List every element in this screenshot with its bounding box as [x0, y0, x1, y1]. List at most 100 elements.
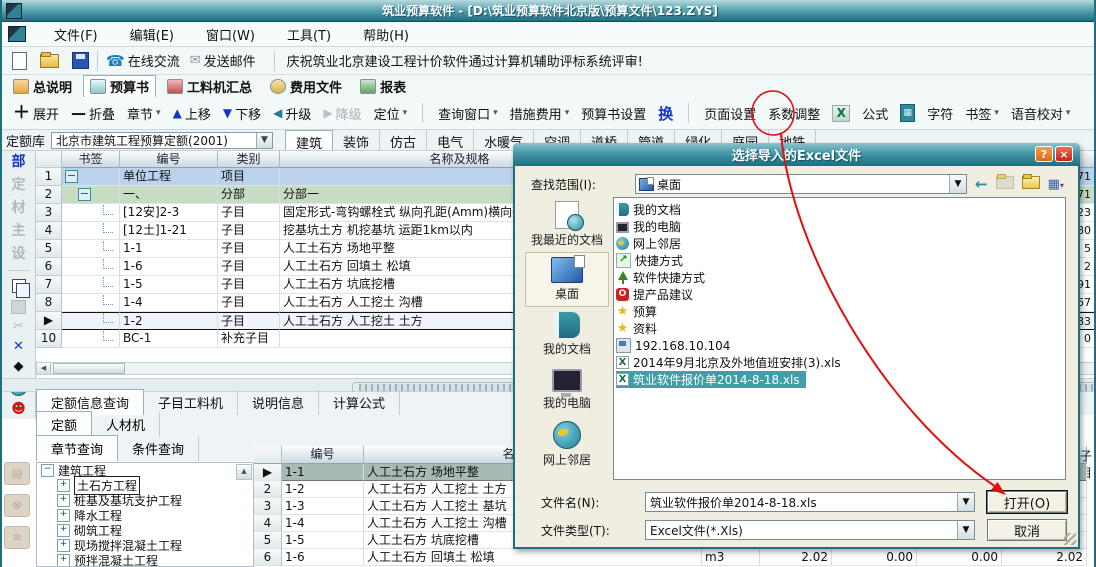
rail-tab-she[interactable]: 设	[12, 243, 26, 266]
tab-zhuangshi[interactable]: 装饰	[333, 130, 380, 150]
new-folder-icon[interactable]	[1022, 176, 1040, 189]
chevron-down-icon[interactable]: ▼	[256, 133, 272, 148]
col-category[interactable]: 类别	[218, 151, 280, 168]
col-code[interactable]: 编号	[282, 446, 364, 464]
tree-item[interactable]: +砌筑工程	[37, 523, 253, 538]
character-label[interactable]: 字符	[922, 101, 958, 126]
quota-library-select[interactable]: 北京市建筑工程预算定额(2001) ▼	[51, 132, 273, 149]
file-name-input[interactable]: 筑业软件报价单2014-8-18.xls ▼	[645, 492, 975, 512]
rail-tab-cai[interactable]: 材	[12, 197, 26, 220]
page-setup-button[interactable]: 页面设置	[699, 101, 761, 126]
delete-icon[interactable]: ✕	[13, 337, 24, 357]
online-chat-button[interactable]: ☎在线交流	[106, 51, 180, 70]
current-row-marker[interactable]: ▶	[36, 312, 62, 330]
excel-import-button[interactable]: X	[827, 102, 855, 125]
file-item[interactable]: ★资料	[616, 320, 1063, 337]
file-item[interactable]: ★预算	[616, 303, 1063, 320]
formula-button[interactable]: 公式	[857, 101, 893, 126]
materials-summary-button[interactable]: 工料机汇总	[160, 75, 259, 98]
help-button[interactable]: ?	[1035, 146, 1053, 162]
tab-description[interactable]: 说明信息	[238, 390, 319, 415]
tree-expand-icon[interactable]: +	[57, 479, 70, 492]
place-desktop[interactable]: 桌面	[525, 252, 609, 307]
move-up-button[interactable]: ▲上移	[168, 101, 216, 126]
general-note-button[interactable]: 总说明	[6, 75, 79, 98]
user-icon[interactable]: ☻	[11, 399, 26, 419]
file-item[interactable]: 网上邻居	[616, 235, 1063, 252]
save-icon[interactable]	[72, 52, 89, 69]
place-recent-documents[interactable]: 我最近的文档	[525, 197, 609, 252]
tab-quota[interactable]: 定额	[36, 411, 92, 437]
dialog-title-bar[interactable]: 选择导入的Excel文件	[513, 143, 1080, 166]
col-bookmark[interactable]: 书签	[62, 151, 120, 168]
file-item[interactable]: 我的文档	[616, 201, 1063, 218]
tree-root[interactable]: −建筑工程	[37, 463, 253, 478]
back-icon[interactable]: ←	[975, 175, 988, 193]
table-row[interactable]: 6 1-6 人工土石方 回填土 松填 m3 2.02 0.00 0.00 2.0…	[254, 549, 1096, 566]
file-item[interactable]: O提产品建议	[616, 286, 1063, 303]
file-item[interactable]: ↗快捷方式	[616, 252, 1063, 269]
place-network[interactable]: 网上邻居	[525, 417, 609, 472]
collapse-button[interactable]: —折叠	[66, 101, 120, 126]
tree-expand-icon[interactable]: +	[57, 509, 70, 522]
views-icon[interactable]: ▦▾	[1048, 177, 1064, 192]
tree-collapse-icon[interactable]	[78, 188, 91, 201]
open-file-icon[interactable]	[40, 54, 59, 68]
tab-jianzhu[interactable]: 建筑	[285, 130, 333, 150]
tree-item[interactable]: +降水工程	[37, 508, 253, 523]
diamond-icon[interactable]: ◆	[14, 357, 24, 377]
open-button[interactable]: 打开(O)	[987, 491, 1067, 513]
coefficient-adjust-button[interactable]: 系数调整	[763, 101, 825, 126]
tree-collapse-icon[interactable]	[65, 170, 78, 183]
tree-expand-icon[interactable]: +	[57, 554, 70, 567]
tree-expand-icon[interactable]: +	[57, 539, 70, 552]
tree-expand-icon[interactable]: +	[57, 524, 70, 537]
file-item-selected[interactable]: X筑业软件报价单2014-8-18.xls	[616, 371, 806, 388]
bookmark-dropdown[interactable]: 书签▾	[960, 101, 1004, 126]
query-window-dropdown[interactable]: 查询窗口▾	[433, 101, 503, 126]
scroll-thumb[interactable]	[53, 363, 125, 374]
menu-edit[interactable]: 编辑(E)	[126, 23, 178, 46]
chapter-dropdown[interactable]: 章节▾	[122, 101, 166, 126]
scroll-left-icon[interactable]: ◀	[37, 363, 51, 374]
place-my-computer[interactable]: 我的电脑	[525, 362, 609, 417]
place-my-documents[interactable]: 我的文档	[525, 307, 609, 362]
report-button[interactable]: 报表	[353, 75, 413, 98]
close-icon[interactable]: ×	[1055, 146, 1073, 162]
measure-fee-dropdown[interactable]: 措施费用▾	[505, 101, 575, 126]
col-code[interactable]: 编号	[120, 151, 218, 168]
chevron-down-icon[interactable]: ▼	[957, 521, 974, 539]
resize-grip[interactable]	[1064, 533, 1076, 545]
tree-item[interactable]: +现场搅拌混凝土工程	[37, 538, 253, 553]
tab-chapter-query[interactable]: 章节查询	[36, 435, 118, 461]
current-row-marker[interactable]: ▶	[254, 464, 282, 481]
file-item[interactable]: X2014年9月北京及外地值班安排(3).xls	[616, 354, 1063, 371]
swap-button[interactable]: 换	[653, 100, 678, 127]
expand-button[interactable]: ＋展开	[8, 101, 64, 126]
budget-book-button[interactable]: 预算书	[83, 75, 156, 98]
menu-tools[interactable]: 工具(T)	[283, 23, 335, 46]
budget-settings-button[interactable]: 预算书设置	[576, 101, 651, 126]
tab-fanggu[interactable]: 仿古	[380, 130, 427, 150]
tab-condition-query[interactable]: 条件查询	[118, 436, 199, 461]
menu-file[interactable]: 文件(F)	[50, 23, 102, 46]
menu-help[interactable]: 帮助(H)	[359, 23, 413, 46]
rail-tab-bu[interactable]: 部	[12, 151, 26, 174]
character-button[interactable]: ▦	[895, 101, 920, 125]
tree-expand-icon[interactable]: +	[57, 494, 70, 507]
tree-item[interactable]: +土石方工程	[37, 478, 253, 493]
locate-dropdown[interactable]: 定位▾	[369, 101, 413, 126]
move-down-button[interactable]: ▼下移	[218, 101, 266, 126]
rail-tab-zhu[interactable]: 主	[12, 220, 26, 243]
menu-window[interactable]: 窗口(W)	[202, 23, 259, 46]
file-item[interactable]: 软件快捷方式	[616, 269, 1063, 286]
tree-item[interactable]: +桩基及基坑支护工程	[37, 493, 253, 508]
file-type-select[interactable]: Excel文件(*.Xls) ▼	[645, 520, 975, 540]
chevron-down-icon[interactable]: ▼	[957, 493, 974, 511]
fee-file-button[interactable]: 费用文件	[263, 75, 349, 98]
send-mail-button[interactable]: ✉发送邮件	[190, 51, 256, 70]
rail-tab-ding[interactable]: 定	[12, 174, 26, 197]
cancel-button[interactable]: 取消	[987, 519, 1067, 541]
voice-proof-dropdown[interactable]: 语音校对▾	[1006, 101, 1076, 126]
new-file-icon[interactable]	[12, 52, 27, 70]
